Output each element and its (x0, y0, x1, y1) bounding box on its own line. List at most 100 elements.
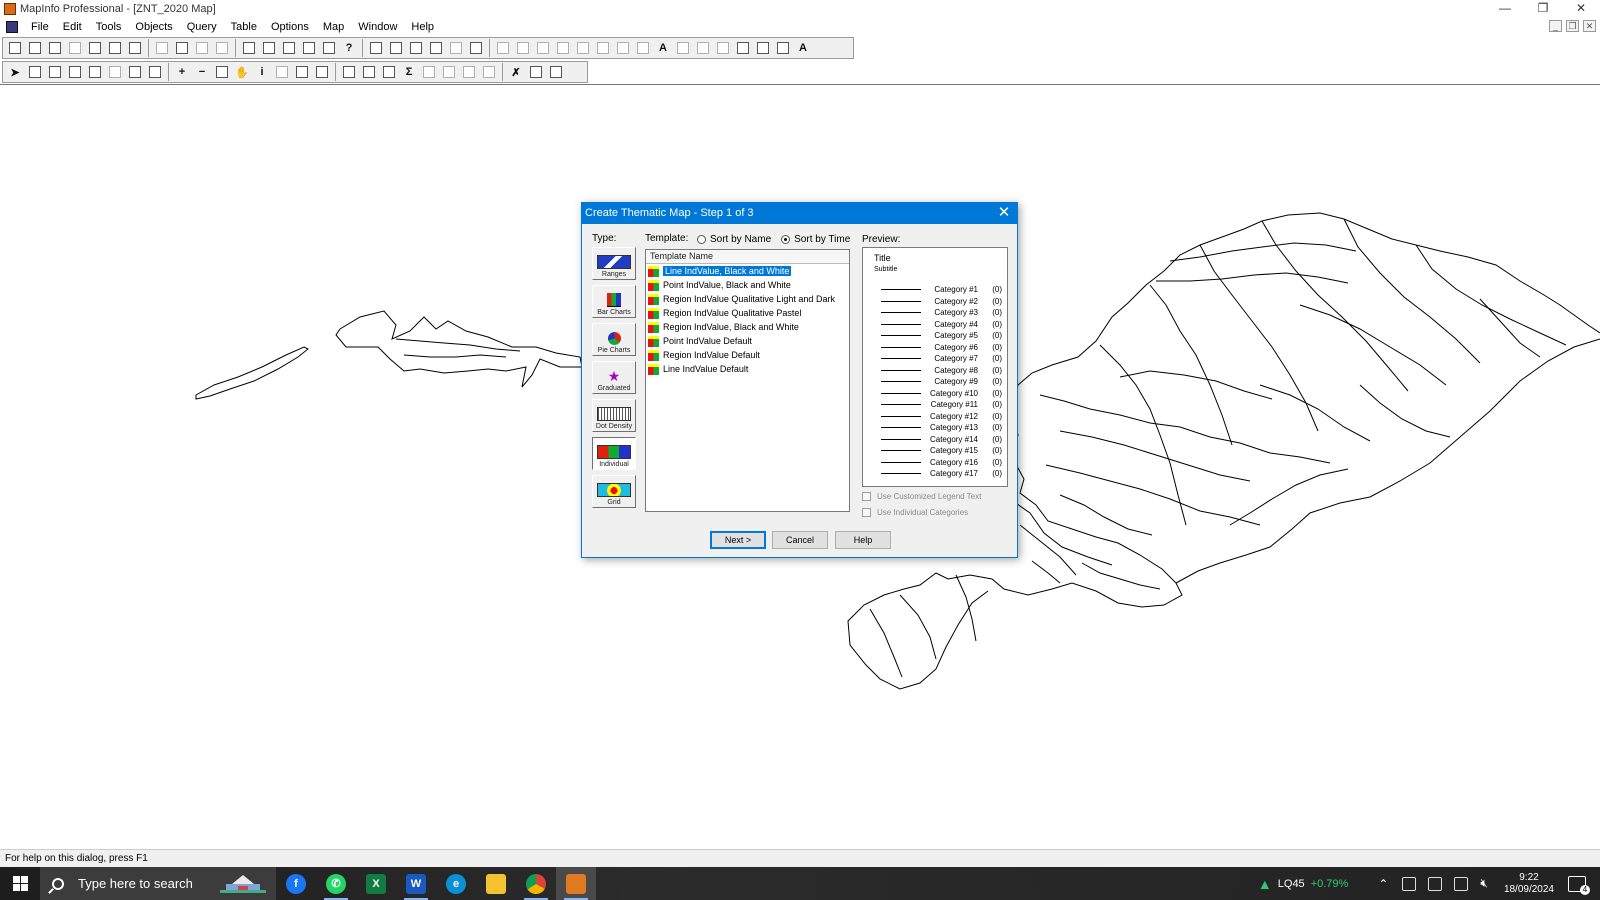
change-view-icon[interactable] (213, 63, 231, 81)
chevron-up-icon[interactable]: ⌃ (1378, 877, 1388, 891)
type-bar-charts-button[interactable]: Bar Charts (592, 285, 636, 318)
file-explorer-app[interactable] (476, 867, 516, 900)
next-button[interactable]: Next > (710, 531, 766, 549)
menu-file[interactable]: File (24, 18, 56, 36)
use-customized-legend-text-checkbox[interactable]: Use Customized Legend Text (862, 492, 981, 501)
clip-region-icon[interactable] (480, 63, 498, 81)
zoom-out-icon[interactable]: − (193, 63, 211, 81)
select-arrow-icon[interactable]: ➤ (6, 63, 24, 81)
print-icon[interactable] (126, 39, 144, 57)
frame-icon[interactable] (674, 39, 692, 57)
menu-tools[interactable]: Tools (89, 18, 129, 36)
legend-main-icon[interactable] (380, 63, 398, 81)
text-icon[interactable]: A (654, 39, 672, 57)
grabber-hand-icon[interactable]: ✋ (233, 63, 251, 81)
open-workspace-icon[interactable] (46, 39, 64, 57)
rectangle-icon[interactable] (614, 39, 632, 57)
security-icon[interactable] (1428, 876, 1443, 891)
copy-icon[interactable] (173, 39, 191, 57)
paste-icon[interactable] (193, 39, 211, 57)
layer-control-main-icon[interactable] (340, 63, 358, 81)
stock-widget[interactable]: ▲ LQ45 +0.79% (1258, 876, 1348, 892)
type-dot-density-button[interactable]: Dot Density (592, 399, 636, 432)
measure-icon[interactable] (734, 39, 752, 57)
thematic-icon[interactable] (387, 39, 405, 57)
query-icon[interactable] (447, 39, 465, 57)
ellipse-icon[interactable] (594, 39, 612, 57)
template-row[interactable]: Region IndValue Qualitative Light and Da… (646, 292, 849, 306)
text-style-icon[interactable]: A (794, 39, 812, 57)
type-grid-button[interactable]: Grid (592, 475, 636, 508)
type-graduated-button[interactable]: ★ Graduated (592, 361, 636, 394)
statistics-icon[interactable] (427, 39, 445, 57)
taskbar-clock[interactable]: 9:22 18/09/2024 (1504, 872, 1554, 896)
network-icon[interactable] (1454, 876, 1469, 891)
template-row[interactable]: Region IndValue Qualitative Pastel (646, 306, 849, 320)
edge-app[interactable]: e (436, 867, 476, 900)
new-layout-icon[interactable] (300, 39, 318, 57)
menu-query[interactable]: Query (180, 18, 224, 36)
type-individual-button[interactable]: Individual (592, 437, 636, 470)
unselect-icon[interactable] (126, 63, 144, 81)
sort-by-time-radio[interactable]: Sort by Time (781, 234, 850, 245)
zoom-in-icon[interactable]: + (173, 63, 191, 81)
legend-icon[interactable] (407, 39, 425, 57)
radius-select-icon[interactable] (46, 63, 64, 81)
new-mapper-icon[interactable] (260, 39, 278, 57)
ruler-icon[interactable] (360, 63, 378, 81)
save-icon[interactable] (66, 39, 84, 57)
polyline-icon[interactable] (534, 39, 552, 57)
menu-edit[interactable]: Edit (56, 18, 89, 36)
template-row[interactable]: Line IndValue Default (646, 362, 849, 376)
whatsapp-app[interactable]: ✆ (316, 867, 356, 900)
doc-close-icon[interactable]: ✕ (1583, 20, 1596, 32)
undo-icon[interactable] (213, 39, 231, 57)
new-grapher-icon[interactable] (280, 39, 298, 57)
type-pie-charts-button[interactable]: Pie Charts (592, 323, 636, 356)
type-ranges-button[interactable]: Ranges (592, 247, 636, 280)
menu-table[interactable]: Table (224, 18, 264, 36)
line-style-icon[interactable] (754, 39, 772, 57)
close-window-button[interactable]: ✕ (1562, 0, 1600, 18)
reshape-icon[interactable] (694, 39, 712, 57)
doc-minimize-icon[interactable]: _ (1549, 20, 1562, 32)
info-icon[interactable]: i (253, 63, 271, 81)
template-name-column-header[interactable]: Template Name (646, 250, 849, 264)
symbol-icon[interactable] (494, 39, 512, 57)
new-browser-icon[interactable] (240, 39, 258, 57)
invert-select-icon[interactable] (106, 63, 124, 81)
label-icon[interactable] (293, 63, 311, 81)
globe-icon[interactable] (547, 63, 565, 81)
clear-cosmetic-icon[interactable]: ✗ (507, 63, 525, 81)
notification-center-icon[interactable]: 4 (1568, 875, 1590, 895)
menu-objects[interactable]: Objects (128, 18, 179, 36)
template-row[interactable]: Region IndValue Default (646, 348, 849, 362)
template-row[interactable]: Point IndValue, Black and White (646, 278, 849, 292)
doc-restore-icon[interactable]: ❐ (1566, 20, 1579, 32)
refresh-icon[interactable] (527, 63, 545, 81)
chrome-app[interactable] (516, 867, 556, 900)
menu-map[interactable]: Map (316, 18, 351, 36)
restore-button[interactable]: ❐ (1524, 0, 1562, 18)
menu-window[interactable]: Window (351, 18, 404, 36)
clear-target-icon[interactable] (440, 63, 458, 81)
print-preview-icon[interactable] (106, 39, 124, 57)
meet-icon[interactable] (1402, 876, 1417, 891)
new-table-icon[interactable] (6, 39, 24, 57)
minimize-button[interactable]: — (1486, 0, 1524, 18)
menu-options[interactable]: Options (264, 18, 316, 36)
facebook-app[interactable]: f (276, 867, 316, 900)
dialog-close-icon[interactable]: ✕ (995, 203, 1013, 224)
use-individual-categories-checkbox[interactable]: Use Individual Categories (862, 508, 968, 517)
sort-by-name-radio[interactable]: Sort by Name (697, 234, 771, 245)
template-row[interactable]: Point IndValue Default (646, 334, 849, 348)
taskbar-search-box[interactable]: Type here to search (40, 867, 276, 900)
cut-icon[interactable] (153, 39, 171, 57)
help-pointer-icon[interactable]: ? (340, 39, 358, 57)
word-app[interactable]: W (396, 867, 436, 900)
cancel-button[interactable]: Cancel (772, 531, 828, 549)
start-button[interactable] (0, 867, 40, 900)
region-style-icon[interactable] (774, 39, 792, 57)
polygon-select-icon[interactable] (66, 63, 84, 81)
excel-app[interactable]: X (356, 867, 396, 900)
